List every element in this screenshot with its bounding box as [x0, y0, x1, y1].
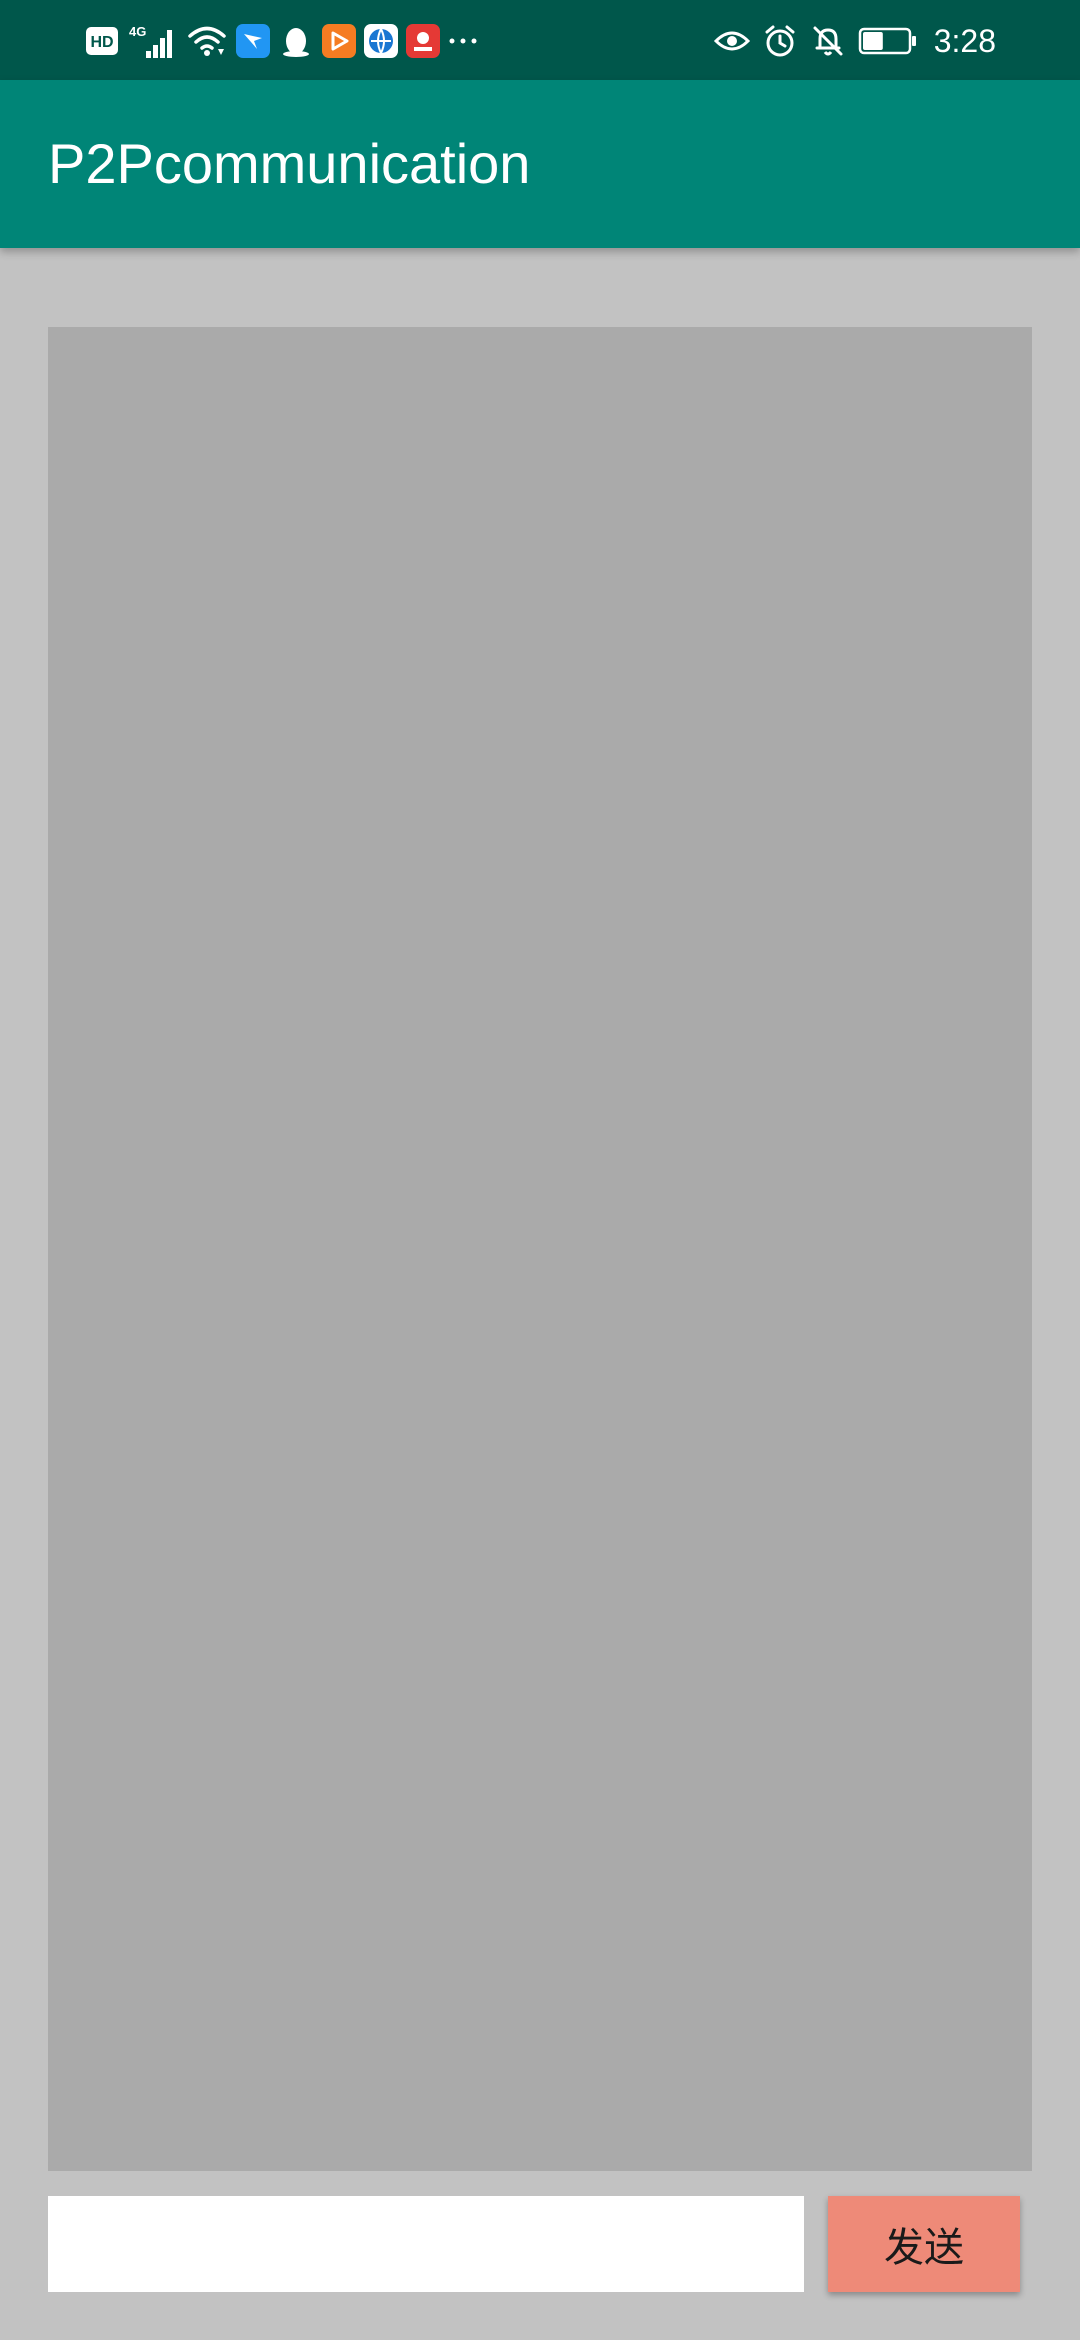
- status-time: 3:28: [933, 22, 996, 59]
- app-bar: P2Pcommunication: [0, 80, 1080, 248]
- signal-4g-icon: 4G: [128, 23, 178, 59]
- status-bar-left: HD 4G: [84, 18, 478, 64]
- bell-off-icon: [810, 23, 846, 59]
- app-red-icon: [406, 24, 440, 58]
- app-globe-icon: [364, 24, 398, 58]
- more-icon: [448, 23, 478, 59]
- message-list[interactable]: [48, 327, 1032, 2171]
- eye-icon: [713, 23, 750, 59]
- app-orange-play-icon: [322, 24, 356, 58]
- battery-icon: [858, 23, 918, 59]
- hd-icon: HD: [84, 23, 120, 59]
- hd-label: HD: [90, 34, 113, 51]
- wifi-icon: [186, 23, 228, 59]
- network-label: 4G: [129, 24, 146, 39]
- screen: HD 4G 3:28 P2Pcommunication 发送: [0, 0, 1080, 2340]
- send-button[interactable]: 发送: [828, 2196, 1020, 2292]
- message-input[interactable]: [48, 2196, 804, 2292]
- status-bar-right: 3:28: [713, 18, 996, 64]
- page-title: P2Pcommunication: [48, 132, 531, 195]
- app-blue-bird-icon: [236, 24, 270, 58]
- qq-penguin-icon: [278, 23, 314, 59]
- alarm-icon: [762, 23, 798, 59]
- status-bar: HD 4G 3:28: [0, 0, 1080, 80]
